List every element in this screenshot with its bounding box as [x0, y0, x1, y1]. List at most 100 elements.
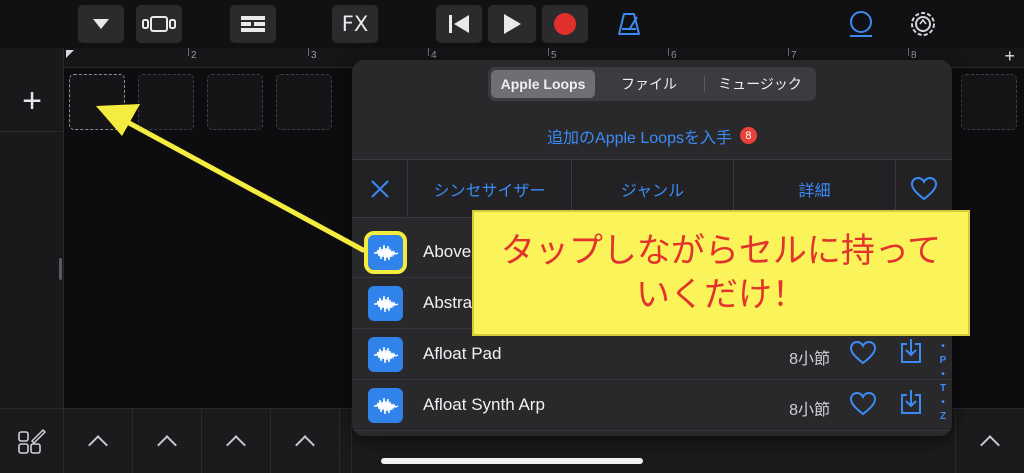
chevron-up-icon: [157, 434, 177, 455]
ruler-mark: 3: [311, 50, 317, 61]
heart-icon: [911, 177, 937, 201]
live-loops-view-button[interactable]: [136, 5, 182, 43]
column-trigger[interactable]: [64, 409, 133, 473]
alphabet-index[interactable]: • P • T • Z: [937, 340, 949, 424]
clear-filters-button[interactable]: [352, 160, 408, 218]
index-dot: •: [941, 341, 945, 352]
waveform-icon: [373, 346, 398, 363]
fx-label: FX: [341, 12, 369, 36]
ruler-tick: [548, 48, 549, 56]
loop-name: Afloat Pad: [423, 344, 502, 363]
metronome-icon: [618, 13, 640, 35]
download-icon: [901, 339, 921, 363]
loop-cell-target[interactable]: [69, 74, 125, 130]
play-button[interactable]: [488, 5, 536, 43]
browser-dropdown-button[interactable]: [78, 5, 124, 43]
chevron-up-icon: [295, 434, 315, 455]
settings-button[interactable]: [900, 5, 946, 43]
chevron-up-icon: [980, 434, 1000, 455]
top-toolbar: FX: [0, 0, 1024, 48]
record-button[interactable]: [542, 5, 588, 43]
column-trigger[interactable]: [202, 409, 271, 473]
ruler-tick: [668, 48, 669, 56]
ruler-tick: [428, 48, 429, 56]
add-track-button[interactable]: +: [0, 70, 64, 132]
tab-divider: [704, 76, 705, 92]
loop-cell[interactable]: [138, 74, 194, 130]
loop-name: Above: [423, 242, 472, 261]
record-icon: [554, 13, 576, 35]
loop-length: 8小節: [789, 402, 830, 419]
close-icon: [370, 180, 389, 198]
tab-apple-loops[interactable]: Apple Loops: [491, 70, 595, 98]
loop-waveform-icon-dragging[interactable]: [364, 231, 407, 274]
grid-edit-icon: [17, 428, 46, 454]
chevron-up-icon: [226, 434, 246, 455]
favorite-button[interactable]: [849, 340, 877, 370]
instruction-callout: タップしながらセルに持って いくだけ！: [472, 210, 970, 336]
callout-text-line2: いくだけ！: [636, 275, 806, 315]
index-letter: Z: [939, 411, 947, 422]
favorite-button[interactable]: [849, 391, 877, 421]
view-toggle-icon: [142, 16, 176, 32]
column-trigger[interactable]: [133, 409, 202, 473]
loop-waveform-icon[interactable]: [368, 286, 403, 321]
column-trigger[interactable]: [340, 409, 352, 473]
plus-icon: +: [22, 81, 42, 120]
ruler-tick: [908, 48, 909, 56]
download-button[interactable]: [900, 338, 922, 369]
loop-name: Abstra: [423, 293, 473, 312]
get-more-loops-label: 追加のApple Loopsを入手: [547, 129, 732, 147]
edit-grid-button[interactable]: [0, 409, 64, 473]
ruler-tick: [308, 48, 309, 56]
heart-icon: [849, 391, 877, 416]
loop-waveform-icon[interactable]: [368, 337, 403, 372]
download-icon: [901, 390, 921, 414]
waveform-icon: [373, 244, 398, 261]
track-header-strip: +: [0, 48, 64, 408]
loop-length: 8小節: [789, 351, 830, 368]
ruler-tick: [188, 48, 189, 56]
loop-list-item[interactable]: Afloat Pad 8小節: [352, 329, 952, 380]
tracks-icon: [241, 16, 265, 32]
add-section-button[interactable]: +: [1004, 46, 1015, 67]
loop-cell[interactable]: [207, 74, 263, 130]
go-to-start-icon: [449, 15, 469, 33]
ruler-tick: [788, 48, 789, 56]
column-trigger[interactable]: [955, 409, 1024, 473]
metronome-button[interactable]: [606, 5, 652, 43]
callout-text-line1: タップしながらセルに持って: [500, 231, 942, 271]
index-dot: •: [941, 397, 945, 408]
browser-tab-bar: Apple Loops ファイル ミュージック: [488, 67, 816, 101]
loop-name: Afloat Synth Arp: [423, 395, 545, 414]
fx-button[interactable]: FX: [332, 5, 378, 43]
waveform-icon: [373, 397, 398, 414]
tab-music[interactable]: ミュージック: [707, 70, 813, 98]
loop-list-item[interactable]: Afloat Synth Arp 8小節: [352, 380, 952, 431]
loop-browser-button[interactable]: [838, 5, 884, 43]
ruler-mark: 2: [191, 50, 197, 61]
loop-waveform-icon[interactable]: [368, 388, 403, 423]
gear-icon: [911, 12, 935, 36]
loop-cell[interactable]: [961, 74, 1017, 130]
notification-badge: 8: [739, 127, 757, 144]
play-icon: [504, 14, 521, 34]
rewind-button[interactable]: [436, 5, 482, 43]
chevron-up-icon: [88, 434, 108, 455]
column-trigger[interactable]: [271, 409, 340, 473]
index-letter: T: [939, 383, 947, 394]
index-dot: •: [941, 369, 945, 380]
home-indicator[interactable]: [381, 458, 643, 464]
index-letter: P: [939, 355, 947, 366]
heart-icon: [849, 340, 877, 365]
loop-cell[interactable]: [276, 74, 332, 130]
playhead-marker[interactable]: [66, 50, 74, 58]
waveform-icon: [373, 295, 398, 312]
triangle-down-icon: [93, 19, 109, 29]
tab-files[interactable]: ファイル: [598, 70, 700, 98]
tracks-view-button[interactable]: [230, 5, 276, 43]
get-more-loops-link[interactable]: 追加のApple Loopsを入手 8: [352, 112, 952, 160]
resize-handle[interactable]: [59, 258, 62, 280]
download-button[interactable]: [900, 389, 922, 420]
loop-icon: [850, 11, 872, 37]
